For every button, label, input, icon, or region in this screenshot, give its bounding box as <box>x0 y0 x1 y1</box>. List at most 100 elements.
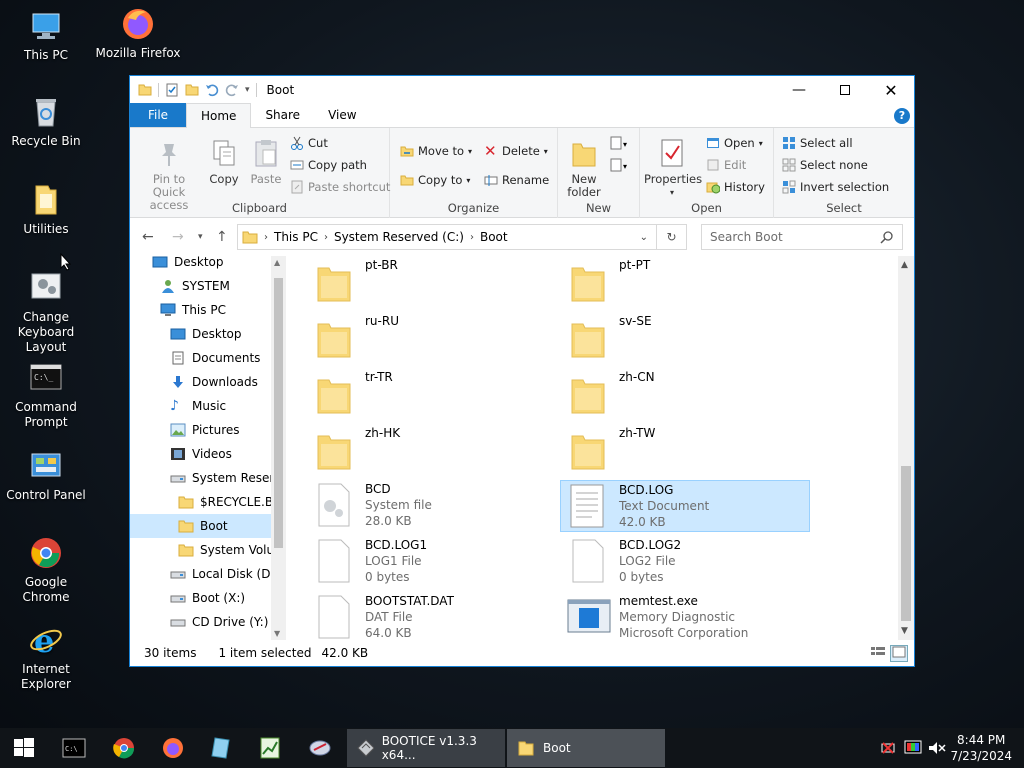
search-input[interactable]: Search Boot <box>701 224 903 250</box>
nav-item-desktop-root[interactable]: Desktop <box>152 256 272 274</box>
new-item-button[interactable]: ▾ <box>610 136 632 152</box>
nav-item-local-disk-d[interactable]: Local Disk (D:) <box>170 562 279 586</box>
desktop-icon-this-pc[interactable]: This PC <box>0 8 92 63</box>
breadcrumb-system-reserved[interactable]: System Reserved (C:) <box>334 230 464 244</box>
rename-button[interactable]: Rename <box>484 173 549 187</box>
taskbar-clock[interactable]: 8:44 PM 7/23/2024 <box>950 732 1012 764</box>
nav-item-boot[interactable]: Boot <box>130 514 271 538</box>
minimize-button[interactable]: — <box>776 76 822 104</box>
scroll-up-icon[interactable]: ▲ <box>274 258 280 267</box>
paste-button[interactable]: Paste <box>248 138 284 186</box>
select-all-button[interactable]: Select all <box>782 136 853 150</box>
properties-icon[interactable] <box>165 83 179 97</box>
recent-locations-chevron-icon[interactable]: ▾ <box>198 232 203 242</box>
volume-muted-icon[interactable] <box>928 740 946 759</box>
list-item-selected[interactable]: BCD.LOG Text Document 42.0 KB <box>560 480 810 532</box>
redo-icon[interactable] <box>225 83 239 97</box>
up-arrow-icon[interactable]: ↑ <box>216 229 228 245</box>
content-scrollbar[interactable]: ▲ ▼ <box>898 256 914 640</box>
breadcrumb-this-pc[interactable]: This PC <box>274 230 318 244</box>
tab-share[interactable]: Share <box>251 103 314 127</box>
nav-item-system[interactable]: SYSTEM <box>160 274 272 298</box>
tab-file[interactable]: File <box>130 103 186 127</box>
copy-button[interactable]: Copy <box>206 138 242 186</box>
desktop-icon-command-prompt[interactable]: C:\_ Command Prompt <box>0 360 92 430</box>
list-item[interactable]: ru-RU <box>307 312 557 364</box>
back-arrow-icon[interactable]: ← <box>142 229 154 245</box>
properties-button[interactable]: Properties ▾ <box>644 138 702 199</box>
list-item[interactable]: BCD.LOG1 LOG1 File 0 bytes <box>307 536 557 588</box>
desktop-icon-control-panel[interactable]: Control Panel <box>0 448 92 503</box>
nav-item-pictures[interactable]: Pictures <box>170 418 272 442</box>
nav-scrollbar[interactable]: ▲ ▼ <box>271 256 286 640</box>
taskbar-firefox[interactable] <box>161 736 185 760</box>
address-dropdown-chevron-icon[interactable]: ⌄ <box>640 232 648 243</box>
chevron-down-icon[interactable]: ▾ <box>245 85 250 95</box>
content-scrollbar-thumb[interactable] <box>901 466 911 621</box>
nav-scrollbar-thumb[interactable] <box>274 278 283 548</box>
start-button[interactable] <box>12 736 36 760</box>
desktop-icon-chrome[interactable]: Google Chrome <box>0 535 92 605</box>
display-icon[interactable] <box>904 740 922 759</box>
nav-item-boot-x[interactable]: Boot (X:) <box>170 586 272 610</box>
nav-item-music[interactable]: ♪ Music <box>170 394 272 418</box>
details-view-icon[interactable] <box>870 646 886 661</box>
move-to-button[interactable]: Move to ▾ <box>400 144 472 158</box>
delete-button[interactable]: ✕ Delete ▾ <box>484 144 548 159</box>
list-item[interactable]: zh-CN <box>561 368 811 420</box>
nav-item-system-reserved[interactable]: System Reserve <box>170 466 286 490</box>
desktop-icon-internet-explorer[interactable]: e Internet Explorer <box>0 622 92 692</box>
undo-icon[interactable] <box>205 83 219 97</box>
help-button[interactable]: ? <box>894 108 910 124</box>
list-item[interactable]: zh-TW <box>561 424 811 476</box>
taskbar-button-bootice[interactable]: BOOTICE v1.3.3 x64... <box>347 729 505 767</box>
taskbar-chrome[interactable] <box>112 736 136 760</box>
copy-path-button[interactable]: Copy path <box>290 158 367 172</box>
nav-item-this-pc[interactable]: This PC <box>160 298 272 322</box>
new-folder-icon[interactable] <box>185 83 199 97</box>
tab-home[interactable]: Home <box>186 103 252 128</box>
nav-item-videos[interactable]: Videos <box>170 442 272 466</box>
paste-shortcut-button[interactable]: Paste shortcut <box>290 180 390 194</box>
history-button[interactable]: History <box>706 180 765 194</box>
nav-item-desktop[interactable]: Desktop <box>170 322 272 346</box>
nav-item-downloads[interactable]: Downloads <box>170 370 272 394</box>
list-item[interactable]: BCD.LOG2 LOG2 File 0 bytes <box>561 536 811 588</box>
title-bar[interactable]: ▾ Boot — ✕ <box>130 76 914 104</box>
desktop-icon-firefox[interactable]: Mozilla Firefox <box>92 6 184 61</box>
taskbar-app-notepad[interactable] <box>209 736 233 760</box>
list-item[interactable]: tr-TR <box>307 368 557 420</box>
edit-button[interactable]: Edit <box>706 158 746 172</box>
open-button[interactable]: Open ▾ <box>706 136 763 150</box>
list-item[interactable]: pt-BR <box>307 256 557 308</box>
desktop-icon-keyboard-layout[interactable]: Change Keyboard Layout <box>0 270 92 355</box>
breadcrumb-boot[interactable]: Boot <box>480 230 508 244</box>
scroll-up-icon[interactable]: ▲ <box>901 260 908 270</box>
nav-item-recycle-bin-folder[interactable]: $RECYCLE.BIN <box>178 490 286 514</box>
list-item[interactable]: BCD System file 28.0 KB <box>307 480 557 532</box>
desktop-icon-recycle-bin[interactable]: Recycle Bin <box>0 94 92 149</box>
nav-item-documents[interactable]: Documents <box>170 346 272 370</box>
close-button[interactable]: ✕ <box>868 76 914 104</box>
easy-access-button[interactable]: ▾ <box>610 158 632 175</box>
taskbar-button-boot-explorer[interactable]: Boot <box>507 729 665 767</box>
taskbar-app-tool[interactable] <box>308 736 332 760</box>
tiles-view-icon[interactable] <box>890 645 908 662</box>
list-item[interactable]: zh-HK <box>307 424 557 476</box>
scroll-down-icon[interactable]: ▼ <box>274 629 280 638</box>
list-item[interactable]: pt-PT <box>561 256 811 308</box>
list-item[interactable]: memtest.exe Memory Diagnostic Microsoft … <box>561 592 811 640</box>
desktop-icon-utilities[interactable]: Utilities <box>0 182 92 237</box>
refresh-button[interactable]: ↻ <box>657 224 687 250</box>
network-icon[interactable] <box>880 740 896 759</box>
list-item[interactable]: sv-SE <box>561 312 811 364</box>
list-item[interactable]: BOOTSTAT.DAT DAT File 64.0 KB <box>307 592 557 640</box>
nav-item-system-volume[interactable]: System Volun <box>178 538 282 562</box>
forward-arrow-icon[interactable]: → <box>172 229 184 245</box>
select-none-button[interactable]: Select none <box>782 158 868 172</box>
nav-item-cd-drive[interactable]: CD Drive (Y:) H <box>170 610 281 634</box>
maximize-button[interactable] <box>822 76 868 104</box>
new-folder-button[interactable]: New folder <box>562 138 606 199</box>
invert-selection-button[interactable]: Invert selection <box>782 180 889 194</box>
cut-button[interactable]: Cut <box>290 136 328 150</box>
